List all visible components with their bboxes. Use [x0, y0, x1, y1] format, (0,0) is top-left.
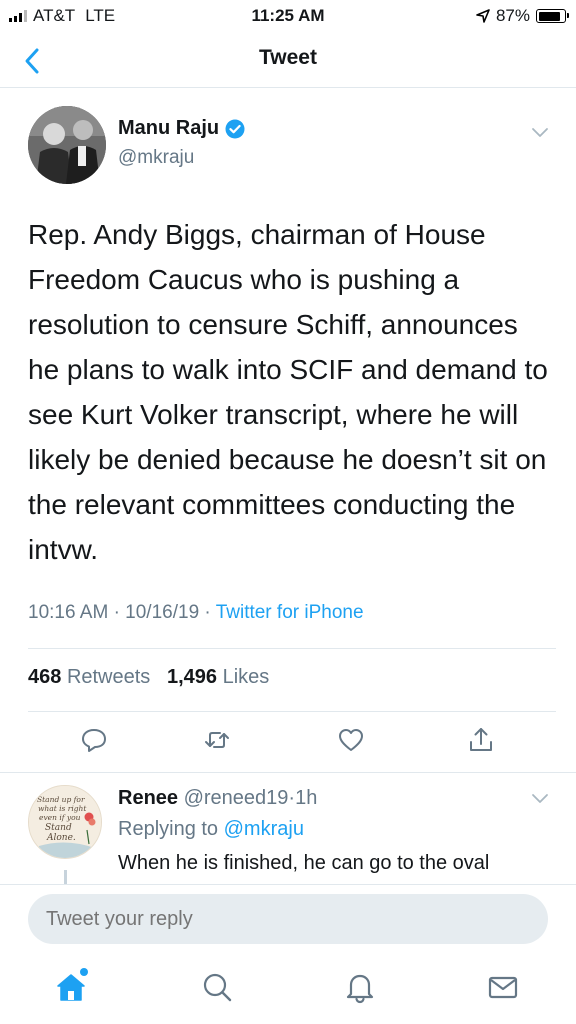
chevron-down-icon[interactable]: [530, 788, 550, 808]
status-right: 87%: [476, 6, 569, 26]
location-icon: [476, 9, 490, 23]
avatar-text-line: Stand up for: [37, 795, 85, 804]
avatar-text-line: even if you: [39, 813, 81, 822]
divider: [0, 772, 576, 773]
heart-icon[interactable]: [337, 726, 365, 754]
tweet-source-link[interactable]: Twitter for iPhone: [216, 602, 364, 623]
author-name[interactable]: Manu Raju: [118, 117, 245, 140]
messages-envelope-icon[interactable]: [486, 970, 520, 1004]
meta-separator: ·: [204, 602, 211, 623]
reply-text: When he is finished, he can go to the ov…: [118, 852, 490, 874]
retweets-label: Retweets: [66, 666, 151, 688]
reply-icon[interactable]: [80, 726, 108, 754]
thread-line: [64, 870, 67, 884]
likes-label: Likes: [222, 666, 270, 688]
battery-percent: 87%: [495, 6, 530, 25]
retweet-icon[interactable]: [203, 726, 231, 754]
share-icon[interactable]: [467, 726, 495, 754]
divider: [28, 648, 556, 649]
avatar-text-line: Stand: [45, 823, 72, 833]
tweet-meta: 10:16 AM · 10/16/19 · Twitter for iPhone: [28, 602, 364, 624]
verified-badge-icon: [225, 119, 245, 138]
avatar-text-line: what is right: [38, 804, 87, 813]
avatar-text-line: Alone.: [46, 833, 76, 843]
tweet-date: 10/16/19: [125, 602, 200, 623]
tweet-stats: 468 Retweets 1,496 Likes: [28, 666, 269, 689]
reply-author-name[interactable]: Renee: [118, 787, 178, 809]
tweet-text: Rep. Andy Biggs, chairman of House Freed…: [28, 219, 548, 565]
likes-stat[interactable]: 1,496 Likes: [167, 666, 269, 688]
home-unread-dot: [80, 968, 88, 976]
tweet-actions: [0, 726, 576, 758]
chevron-down-icon[interactable]: [530, 122, 550, 142]
divider: [28, 711, 556, 712]
tweet-time: 10:16 AM: [28, 602, 109, 623]
search-icon[interactable]: [200, 970, 234, 1004]
author-name-text[interactable]: Manu Raju: [118, 117, 219, 140]
reply-input[interactable]: [28, 894, 548, 944]
reply-age: 1h: [295, 787, 318, 809]
nav-header: Tweet: [0, 34, 576, 88]
author-avatar[interactable]: [28, 106, 106, 184]
notifications-bell-icon[interactable]: [343, 970, 377, 1004]
reply-header[interactable]: Renee @reneed19·1h: [118, 787, 317, 810]
replying-label: Replying to: [118, 818, 219, 840]
likes-count: 1,496: [166, 666, 218, 688]
reply-avatar-image: Stand up forwhat is righteven if youStan…: [29, 786, 101, 858]
retweets-count: 468: [28, 666, 62, 688]
status-bar: AT&T LTE 11:25 AM 87%: [0, 0, 576, 34]
page-title: Tweet: [259, 46, 317, 69]
battery-icon: [536, 9, 569, 23]
meta-separator: ·: [113, 602, 120, 623]
tab-bar: [0, 958, 576, 1024]
reply-author-handle[interactable]: @reneed19: [184, 787, 289, 809]
author-handle[interactable]: @mkraju: [118, 147, 194, 169]
retweets-stat[interactable]: 468 Retweets: [28, 666, 150, 688]
replying-to-handle[interactable]: @mkraju: [224, 818, 304, 840]
replying-to: Replying to @mkraju: [118, 818, 304, 841]
reply-avatar[interactable]: Stand up for what is right even if you Stan…: [28, 785, 102, 859]
